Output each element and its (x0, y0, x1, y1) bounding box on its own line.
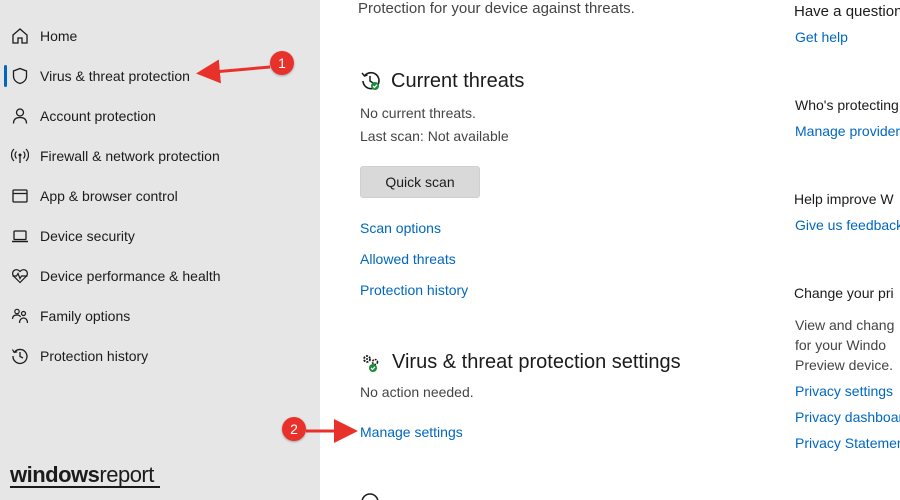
sidebar-item-label: Protection history (40, 348, 149, 364)
main-content: Protection for your device against threa… (320, 0, 900, 500)
privacy-text-line: Preview device. (795, 357, 894, 373)
sidebar-item-device-security[interactable]: Device security (0, 218, 320, 254)
protecting-title: Who's protecting (795, 97, 899, 113)
get-help-link[interactable]: Get help (795, 29, 848, 45)
settings-gear-icon (360, 352, 382, 374)
privacy-title: Change your pri (794, 285, 894, 301)
callout-badge-2: 2 (282, 417, 306, 441)
wifi-antenna-icon (10, 146, 30, 166)
sidebar-item-protection-history[interactable]: Protection history (0, 338, 320, 374)
quick-scan-button[interactable]: Quick scan (360, 166, 480, 198)
family-icon (10, 306, 30, 326)
sidebar-item-account-protection[interactable]: Account protection (0, 98, 320, 134)
home-icon (10, 26, 30, 46)
threat-status: No current threats. (360, 105, 476, 121)
watermark-part-2: report (99, 462, 154, 487)
current-threats-title: Current threats (391, 70, 525, 92)
manage-providers-link[interactable]: Manage provider (795, 123, 900, 139)
person-icon (10, 106, 30, 126)
privacy-dashboard-link[interactable]: Privacy dashboar (795, 409, 900, 425)
privacy-statement-link[interactable]: Privacy Statemen (795, 435, 900, 451)
sidebar-item-app-browser-control[interactable]: App & browser control (0, 178, 320, 214)
watermark-part-1: windows (10, 462, 100, 487)
sidebar-item-label: Virus & threat protection (40, 68, 190, 84)
privacy-text-line: View and chang (795, 317, 895, 333)
intro-text: Protection for your device against threa… (358, 0, 635, 17)
history-icon (10, 346, 30, 366)
last-scan-text: Last scan: Not available (360, 128, 509, 144)
watermark-logo: windowsreport (10, 462, 154, 488)
privacy-text-line: for your Windo (795, 337, 887, 353)
privacy-settings-link[interactable]: Privacy settings (795, 383, 893, 399)
sidebar-item-label: Device security (40, 228, 135, 244)
sidebar-item-label: Family options (40, 308, 131, 324)
protection-history-link[interactable]: Protection history (360, 282, 468, 298)
sidebar-item-label: Device performance & health (40, 268, 221, 284)
improve-title: Help improve W (794, 191, 894, 207)
allowed-threats-link[interactable]: Allowed threats (360, 251, 456, 267)
settings-status: No action needed. (360, 384, 474, 400)
browser-window-icon (10, 186, 30, 206)
scan-options-link[interactable]: Scan options (360, 220, 441, 236)
laptop-icon (10, 226, 30, 246)
watermark-underline (10, 486, 160, 488)
sidebar: Home Virus & threat protection Account p… (0, 0, 320, 500)
shield-icon (10, 66, 30, 86)
settings-title: Virus & threat protection settings (392, 351, 681, 373)
callout-badge-1: 1 (270, 51, 294, 75)
sidebar-item-label: Home (40, 28, 78, 44)
sidebar-item-family-options[interactable]: Family options (0, 298, 320, 334)
sidebar-item-label: Account protection (40, 108, 156, 124)
sidebar-item-device-performance[interactable]: Device performance & health (0, 258, 320, 294)
manage-settings-link[interactable]: Manage settings (360, 424, 463, 440)
sidebar-item-label: Firewall & network protection (40, 148, 220, 164)
sidebar-item-home[interactable]: Home (0, 18, 320, 54)
question-title: Have a question (794, 3, 900, 20)
sidebar-item-firewall[interactable]: Firewall & network protection (0, 138, 320, 174)
give-feedback-link[interactable]: Give us feedback (795, 217, 900, 233)
heart-pulse-icon (10, 266, 30, 286)
threat-scan-icon (360, 70, 382, 92)
partial-section-icon (360, 492, 380, 500)
sidebar-item-label: App & browser control (40, 188, 178, 204)
